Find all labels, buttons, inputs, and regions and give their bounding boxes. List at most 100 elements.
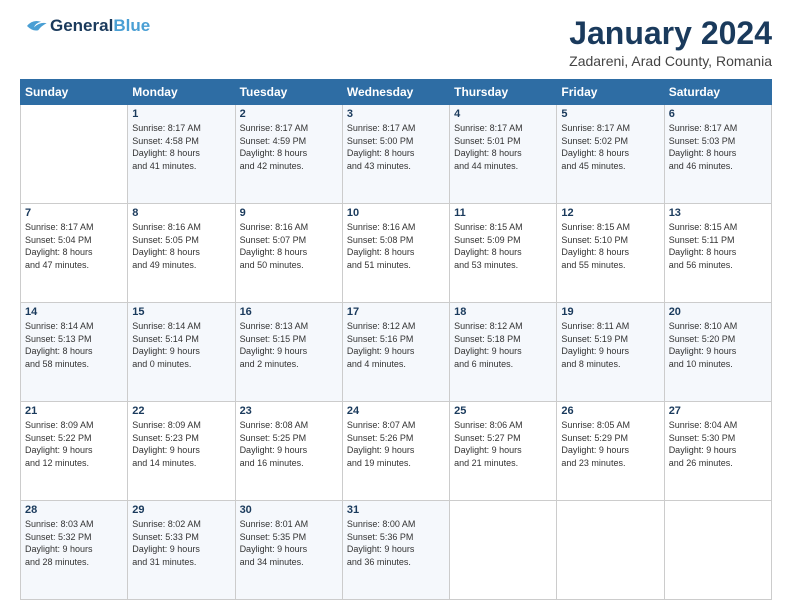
day-info: Sunrise: 8:09 AMSunset: 5:23 PMDaylight:… [132,419,230,469]
day-cell: 31Sunrise: 8:00 AMSunset: 5:36 PMDayligh… [342,501,449,600]
day-info: Sunrise: 8:15 AMSunset: 5:11 PMDaylight:… [669,221,767,271]
logo-blue: Blue [113,16,150,35]
day-info: Sunrise: 8:05 AMSunset: 5:29 PMDaylight:… [561,419,659,469]
day-cell: 5 Sunrise: 8:17 AMSunset: 5:02 PMDaylight… [557,105,664,204]
day-info: Sunrise: 8:06 AMSunset: 5:27 PMDaylight:… [454,419,552,469]
day-cell: 21Sunrise: 8:09 AMSunset: 5:22 PMDayligh… [21,402,128,501]
day-number: 7 [25,207,123,219]
day-number: 29 [132,504,230,516]
day-number: 3 [347,108,445,120]
day-cell: 12 Sunrise: 8:15 AMSunset: 5:10 PMDayligh… [557,204,664,303]
col-friday: Friday [557,80,664,105]
day-cell: 13 Sunrise: 8:15 AMSunset: 5:11 PMDayligh… [664,204,771,303]
day-number: 16 [240,306,338,318]
day-info: Sunrise: 8:14 AMSunset: 5:13 PMDaylight:… [25,320,123,370]
title-block: January 2024 Zadareni, Arad County, Roma… [569,16,772,69]
day-info: Sunrise: 8:17 AMSunset: 5:01 PMDaylight:… [454,122,552,172]
day-info: Sunrise: 8:09 AMSunset: 5:22 PMDaylight:… [25,419,123,469]
day-cell: 30Sunrise: 8:01 AMSunset: 5:35 PMDayligh… [235,501,342,600]
day-cell: 4 Sunrise: 8:17 AMSunset: 5:01 PMDaylight… [450,105,557,204]
col-sunday: Sunday [21,80,128,105]
day-info: Sunrise: 8:03 AMSunset: 5:32 PMDaylight:… [25,518,123,568]
day-number: 18 [454,306,552,318]
day-cell: 14 Sunrise: 8:14 AMSunset: 5:13 PMDayligh… [21,303,128,402]
day-cell: 29 Sunrise: 8:02 AMSunset: 5:33 PMDayligh… [128,501,235,600]
day-cell: 16 Sunrise: 8:13 AMSunset: 5:15 PMDayligh… [235,303,342,402]
day-info: Sunrise: 8:17 AMSunset: 4:59 PMDaylight:… [240,122,338,172]
day-number: 5 [561,108,659,120]
day-number: 15 [132,306,230,318]
day-number: 8 [132,207,230,219]
day-info: Sunrise: 8:14 AMSunset: 5:14 PMDaylight:… [132,320,230,370]
day-cell [450,501,557,600]
day-cell: 11 Sunrise: 8:15 AMSunset: 5:09 PMDayligh… [450,204,557,303]
day-info: Sunrise: 8:15 AMSunset: 5:09 PMDaylight:… [454,221,552,271]
day-info: Sunrise: 8:17 AMSunset: 4:58 PMDaylight:… [132,122,230,172]
day-info: Sunrise: 8:11 AMSunset: 5:19 PMDaylight:… [561,320,659,370]
day-cell: 19 Sunrise: 8:11 AMSunset: 5:19 PMDayligh… [557,303,664,402]
day-number: 27 [669,405,767,417]
day-number: 9 [240,207,338,219]
col-monday: Monday [128,80,235,105]
day-info: Sunrise: 8:13 AMSunset: 5:15 PMDaylight:… [240,320,338,370]
day-info: Sunrise: 8:01 AMSunset: 5:35 PMDaylight:… [240,518,338,568]
day-cell: 24Sunrise: 8:07 AMSunset: 5:26 PMDayligh… [342,402,449,501]
col-tuesday: Tuesday [235,80,342,105]
day-number: 25 [454,405,552,417]
day-info: Sunrise: 8:02 AMSunset: 5:33 PMDaylight:… [132,518,230,568]
day-number: 22 [132,405,230,417]
day-number: 12 [561,207,659,219]
day-info: Sunrise: 8:16 AMSunset: 5:05 PMDaylight:… [132,221,230,271]
day-cell: 7 Sunrise: 8:17 AMSunset: 5:04 PMDaylight… [21,204,128,303]
day-cell: 20Sunrise: 8:10 AMSunset: 5:20 PMDayligh… [664,303,771,402]
main-title: January 2024 [569,16,772,51]
day-cell: 22 Sunrise: 8:09 AMSunset: 5:23 PMDayligh… [128,402,235,501]
day-cell: 25 Sunrise: 8:06 AMSunset: 5:27 PMDayligh… [450,402,557,501]
day-number: 31 [347,504,445,516]
day-info: Sunrise: 8:15 AMSunset: 5:10 PMDaylight:… [561,221,659,271]
col-wednesday: Wednesday [342,80,449,105]
week-row-2: 7 Sunrise: 8:17 AMSunset: 5:04 PMDaylight… [21,204,772,303]
day-info: Sunrise: 8:12 AMSunset: 5:18 PMDaylight:… [454,320,552,370]
day-info: Sunrise: 8:08 AMSunset: 5:25 PMDaylight:… [240,419,338,469]
header-row: Sunday Monday Tuesday Wednesday Thursday… [21,80,772,105]
day-cell [664,501,771,600]
day-cell: 17 Sunrise: 8:12 AMSunset: 5:16 PMDayligh… [342,303,449,402]
day-cell: 1 Sunrise: 8:17 AMSunset: 4:58 PMDaylight… [128,105,235,204]
day-cell: 28 Sunrise: 8:03 AMSunset: 5:32 PMDayligh… [21,501,128,600]
col-thursday: Thursday [450,80,557,105]
day-number: 14 [25,306,123,318]
day-number: 11 [454,207,552,219]
day-info: Sunrise: 8:17 AMSunset: 5:03 PMDaylight:… [669,122,767,172]
day-cell: 8 Sunrise: 8:16 AMSunset: 5:05 PMDaylight… [128,204,235,303]
day-number: 17 [347,306,445,318]
day-cell: 3 Sunrise: 8:17 AMSunset: 5:00 PMDaylight… [342,105,449,204]
week-row-5: 28 Sunrise: 8:03 AMSunset: 5:32 PMDayligh… [21,501,772,600]
day-info: Sunrise: 8:17 AMSunset: 5:00 PMDaylight:… [347,122,445,172]
day-cell: 6Sunrise: 8:17 AMSunset: 5:03 PMDaylight… [664,105,771,204]
day-info: Sunrise: 8:12 AMSunset: 5:16 PMDaylight:… [347,320,445,370]
calendar-table: Sunday Monday Tuesday Wednesday Thursday… [20,79,772,600]
day-info: Sunrise: 8:17 AMSunset: 5:02 PMDaylight:… [561,122,659,172]
day-number: 4 [454,108,552,120]
day-cell: 15 Sunrise: 8:14 AMSunset: 5:14 PMDayligh… [128,303,235,402]
day-number: 19 [561,306,659,318]
day-cell: 9Sunrise: 8:16 AMSunset: 5:07 PMDaylight… [235,204,342,303]
day-number: 2 [240,108,338,120]
day-cell [21,105,128,204]
day-number: 28 [25,504,123,516]
day-number: 26 [561,405,659,417]
subtitle: Zadareni, Arad County, Romania [569,53,772,69]
day-number: 13 [669,207,767,219]
day-info: Sunrise: 8:17 AMSunset: 5:04 PMDaylight:… [25,221,123,271]
day-number: 1 [132,108,230,120]
logo-icon [20,16,48,36]
day-cell: 18 Sunrise: 8:12 AMSunset: 5:18 PMDayligh… [450,303,557,402]
col-saturday: Saturday [664,80,771,105]
logo-general: General [50,16,113,35]
day-cell: 26 Sunrise: 8:05 AMSunset: 5:29 PMDayligh… [557,402,664,501]
day-number: 23 [240,405,338,417]
day-info: Sunrise: 8:10 AMSunset: 5:20 PMDaylight:… [669,320,767,370]
calendar-page: GeneralBlue January 2024 Zadareni, Arad … [0,0,792,612]
day-info: Sunrise: 8:16 AMSunset: 5:08 PMDaylight:… [347,221,445,271]
